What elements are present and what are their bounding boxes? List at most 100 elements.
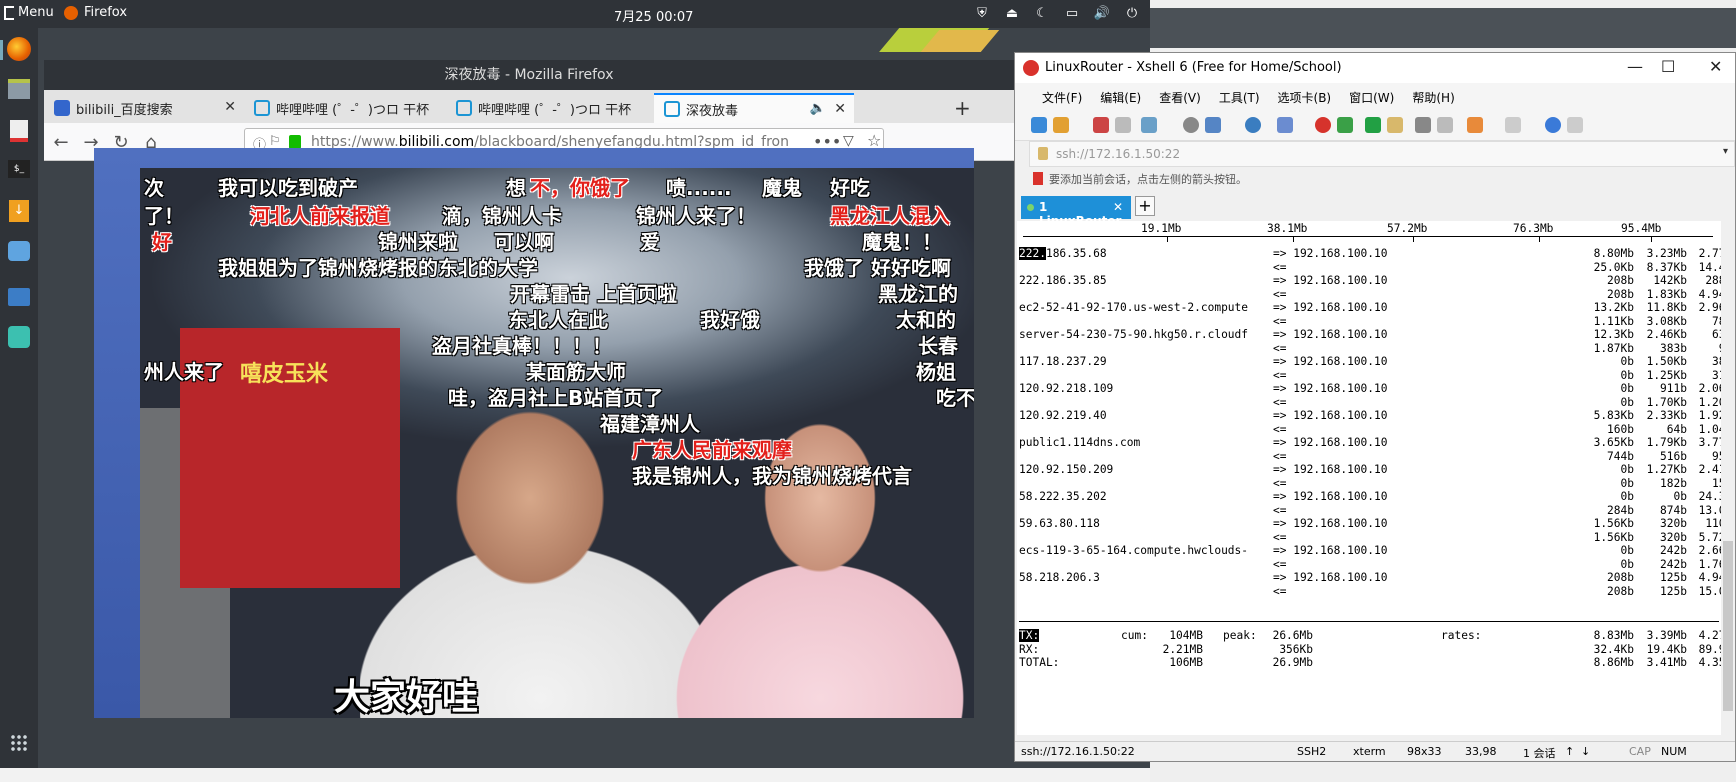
terminal[interactable]: 19.1Mb 38.1Mb 57.2Mb 76.3Mb 95.4Mb 222.186.35… — [1017, 221, 1721, 735]
rate-out: 1.50Kb — [1646, 355, 1687, 368]
settings-icon[interactable] — [4, 322, 34, 352]
search-icon[interactable] — [1183, 117, 1199, 133]
total-rate: 3.41Mb — [1646, 656, 1687, 669]
session-tab[interactable]: 1 LinuxRouter ✕ — [1021, 196, 1131, 228]
rate-in: 0b — [1620, 368, 1634, 382]
app-grid-icon[interactable] — [4, 728, 34, 758]
compose-icon[interactable] — [1437, 117, 1453, 133]
globe-icon[interactable] — [1245, 117, 1261, 133]
chevron-down-icon[interactable]: ▾ — [1723, 146, 1728, 157]
connect-icon[interactable] — [1093, 117, 1109, 133]
menu-help[interactable]: 帮助(H) — [1403, 83, 1463, 109]
direction-in: <= — [1273, 314, 1287, 328]
menu-tabs[interactable]: 选项卡(B) — [1269, 83, 1341, 109]
tab-baidu[interactable]: bilibili_百度搜索 ✕ — [44, 93, 244, 123]
menu-edit[interactable]: 编辑(E) — [1091, 83, 1150, 109]
video-player[interactable]: 嘻皮玉米 次 我可以吃到破产 想 不，你饿了 啧...... 魔鬼 好吃 了！ … — [94, 148, 974, 718]
pocket-icon[interactable]: ▽ — [843, 133, 854, 149]
new-tab-button[interactable]: + — [1135, 196, 1155, 216]
open-folder-icon[interactable] — [1053, 117, 1069, 133]
keyboard-icon[interactable] — [1415, 117, 1431, 133]
close-tab-icon[interactable]: ✕ — [834, 101, 846, 117]
volume-icon[interactable]: 🔊 — [1094, 4, 1110, 22]
terminal-scrollbar[interactable] — [1721, 221, 1735, 735]
danmaku: 黑龙江人混入 — [830, 204, 950, 228]
scale-label: 57.2Mb — [1387, 222, 1428, 235]
total-rate: 19.4Kb — [1646, 642, 1687, 656]
menu-window[interactable]: 窗口(W) — [1340, 83, 1403, 109]
moon-icon[interactable]: ☾ — [1034, 4, 1050, 22]
active-indicator — [0, 40, 3, 60]
files-icon[interactable] — [4, 74, 34, 104]
tab-label: 哔哩哔哩 (゜-゜)つロ 干杯 — [276, 102, 430, 118]
direction-in: <= — [1273, 287, 1287, 301]
terminal-icon[interactable]: $_ — [4, 154, 34, 184]
download-icon[interactable]: ↓ — [4, 196, 34, 226]
rate-out: 13.2Kb — [1593, 301, 1634, 314]
danmaku: 我姐姐为了锦州烧烤报的东北的大学 — [218, 256, 538, 280]
display-icon[interactable]: ▭ — [1064, 4, 1080, 22]
tab-label: 哔哩哔哩 (゜-゜)つロ 干杯 — [478, 102, 632, 118]
tab-shenye[interactable]: 深夜放毒 🔈 ✕ — [654, 93, 854, 123]
maximize-icon[interactable]: ☐ — [1661, 57, 1675, 76]
minimize-icon[interactable]: — — [1627, 57, 1643, 76]
add-icon[interactable] — [1467, 117, 1483, 133]
firefox-icon[interactable] — [4, 34, 34, 64]
new-tab-button[interactable]: + — [954, 96, 971, 120]
total-rate: 8.86Mb — [1593, 656, 1634, 669]
scrollbar-thumb[interactable] — [1723, 541, 1733, 711]
close-tab-icon[interactable]: ✕ — [224, 99, 236, 115]
chat-icon[interactable] — [4, 236, 34, 266]
danmaku: 好 — [152, 230, 172, 254]
back-icon[interactable]: ← — [50, 131, 72, 153]
session-address-bar[interactable]: ssh://172.16.1.50:22 ▾ — [1029, 141, 1735, 167]
properties-icon[interactable] — [1205, 117, 1221, 133]
permissions-icon[interactable]: ⚐ — [269, 134, 281, 149]
rate-out: 1.27Kb — [1646, 463, 1687, 476]
fullscreen-icon[interactable] — [1365, 117, 1381, 133]
rate-in: 1.70Kb — [1646, 395, 1687, 409]
xshell-icon[interactable] — [1315, 117, 1331, 133]
shield-icon[interactable]: ⛨ — [974, 4, 990, 22]
peak-value: 26.9Mb — [1272, 656, 1313, 669]
disconnect-icon[interactable] — [1115, 117, 1131, 133]
rate-out: 142Kb — [1653, 274, 1687, 287]
layout-icon[interactable] — [1505, 117, 1521, 133]
lock-icon[interactable] — [1387, 117, 1403, 133]
rate-in: 15.0Kb — [1698, 584, 1721, 598]
close-icon[interactable]: ✕ — [1709, 57, 1722, 76]
rate-out: 911b — [1660, 382, 1687, 395]
arrow-up-icon[interactable]: ↑ — [1565, 745, 1574, 758]
scale-label: 19.1Mb — [1141, 222, 1182, 235]
direction-in: <= — [1273, 557, 1287, 571]
power-icon[interactable]: ⏻ — [1124, 4, 1140, 22]
rate-out: 1.79Kb — [1646, 436, 1687, 449]
eject-icon[interactable]: ⏏ — [1004, 4, 1020, 22]
menu-view[interactable]: 查看(V) — [1150, 83, 1210, 109]
font-icon[interactable] — [1277, 117, 1293, 133]
clock[interactable]: 7月25 00:07 — [614, 6, 693, 25]
close-tab-icon[interactable]: ✕ — [1113, 200, 1123, 214]
active-app-button[interactable]: Firefox — [64, 5, 127, 20]
new-session-icon[interactable] — [1031, 117, 1047, 133]
xftp-icon[interactable] — [1337, 117, 1353, 133]
copy-icon[interactable] — [1141, 117, 1157, 133]
rate-in: 64b — [1666, 422, 1687, 436]
tab-bilibili-2[interactable]: 哔哩哔哩 (゜-゜)つロ 干杯 — [446, 93, 648, 123]
text-editor-icon[interactable] — [4, 116, 34, 146]
rate-out: 5.83Kb — [1593, 409, 1634, 422]
menu-tools[interactable]: 工具(T) — [1210, 83, 1269, 109]
screenshot-icon[interactable] — [4, 282, 34, 312]
menu-file[interactable]: 文件(F) — [1033, 83, 1091, 109]
chat-icon[interactable] — [1567, 117, 1583, 133]
host-name: 222.186.35.85 — [1019, 274, 1107, 287]
danmaku: 我可以吃到破产 — [218, 176, 358, 200]
help-icon[interactable] — [1545, 117, 1561, 133]
menu-button[interactable]: Menu — [4, 5, 54, 20]
danmaku: 黑龙江的 — [878, 282, 958, 306]
speaker-icon[interactable]: 🔈 — [810, 101, 826, 116]
arrow-down-icon[interactable]: ↓ — [1581, 745, 1590, 758]
tab-bilibili-1[interactable]: 哔哩哔哩 (゜-゜)つロ 干杯 — [244, 93, 446, 123]
rate-in: 4.94Kb — [1698, 287, 1721, 301]
bookmark-icon[interactable] — [1033, 172, 1043, 185]
